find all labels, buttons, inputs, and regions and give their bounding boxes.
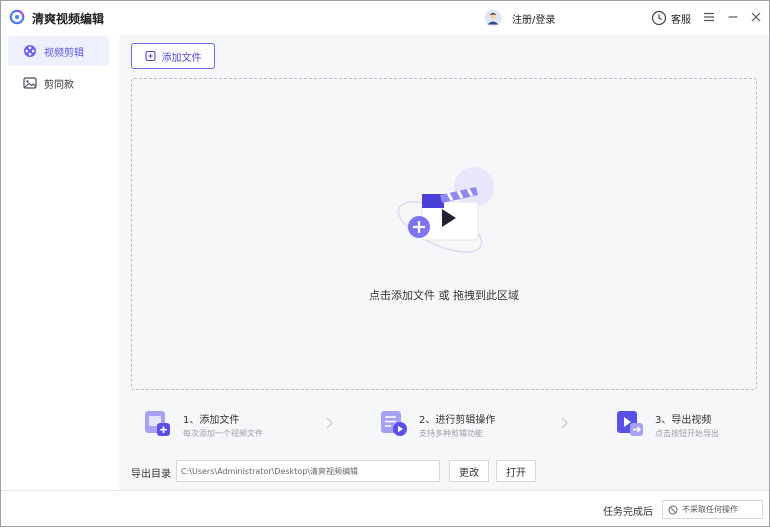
clock-service-icon xyxy=(651,10,667,26)
customer-service-button[interactable]: 客服 xyxy=(651,9,691,27)
add-file-step-icon xyxy=(145,411,170,436)
close-button[interactable] xyxy=(748,9,764,25)
no-action-icon xyxy=(668,505,678,514)
minimize-icon xyxy=(728,16,738,18)
file-drop-zone[interactable]: 点击添加文件 或 拖拽到此区域 xyxy=(131,78,757,390)
step-description: 点击按钮开始导出 xyxy=(655,429,719,438)
chevron-right-icon xyxy=(326,417,333,429)
film-reel-icon xyxy=(23,44,37,58)
customer-service-label: 客服 xyxy=(671,14,691,26)
export-video-step-icon xyxy=(617,411,643,436)
login-link[interactable]: 注册/登录 xyxy=(512,11,555,26)
step-title: 3、导出视频 xyxy=(655,415,712,426)
step-title: 1、添加文件 xyxy=(183,415,240,426)
open-directory-button[interactable]: 打开 xyxy=(496,460,536,482)
minimize-button[interactable] xyxy=(725,9,741,25)
main-panel: 添加文件 点击添加文件 或 拖拽到此区域 1、添加文件 每次添加一个视频文件 2… xyxy=(119,35,769,490)
change-directory-button[interactable]: 更改 xyxy=(449,460,489,482)
edit-operations-step-icon xyxy=(381,411,407,436)
bottom-bar: 任务完成后 不采取任何操作 xyxy=(1,490,769,526)
sidebar-item-template-clip[interactable]: 剪同款 xyxy=(8,68,109,98)
after-task-label: 任务完成后 xyxy=(603,507,653,518)
hamburger-menu-icon xyxy=(704,12,714,22)
add-file-label: 添加文件 xyxy=(161,52,202,64)
add-file-button[interactable]: 添加文件 xyxy=(131,43,215,69)
steps-guide: 1、添加文件 每次添加一个视频文件 2、进行剪辑操作 支持多种剪辑功能 3、导出… xyxy=(131,405,757,445)
step-title: 2、进行剪辑操作 xyxy=(419,415,496,426)
app-title: 清爽视频编辑 xyxy=(32,12,105,26)
sidebar-item-label: 剪同款 xyxy=(44,79,74,91)
sidebar-item-label: 视频剪辑 xyxy=(44,47,84,59)
app-logo-icon xyxy=(9,9,25,25)
menu-button[interactable] xyxy=(701,9,717,25)
video-clapperboard-icon xyxy=(397,167,494,253)
export-directory-row: 导出目录 更改 打开 xyxy=(131,460,757,484)
step-description: 支持多种剪辑功能 xyxy=(419,429,483,438)
close-icon xyxy=(751,12,761,22)
chevron-right-icon xyxy=(561,417,568,429)
app-window: 清爽视频编辑 注册/登录 客服 视频剪辑 剪同款 添加文件 点击添加文件 或 拖… xyxy=(0,0,770,527)
drop-zone-hint: 点击添加文件 或 拖拽到此区域 xyxy=(369,289,519,302)
after-task-select[interactable]: 不采取任何操作 xyxy=(662,500,763,519)
step-description: 每次添加一个视频文件 xyxy=(183,429,263,438)
export-directory-label: 导出目录 xyxy=(131,469,171,480)
image-gallery-icon xyxy=(23,76,37,90)
export-path-input[interactable] xyxy=(176,460,440,482)
sidebar: 视频剪辑 剪同款 xyxy=(1,35,119,490)
after-task-value: 不采取任何操作 xyxy=(682,505,738,514)
sidebar-item-video-editing[interactable]: 视频剪辑 xyxy=(8,36,109,66)
add-file-icon xyxy=(144,50,156,62)
user-avatar-icon[interactable] xyxy=(484,9,502,27)
title-bar: 清爽视频编辑 注册/登录 客服 xyxy=(1,1,769,35)
